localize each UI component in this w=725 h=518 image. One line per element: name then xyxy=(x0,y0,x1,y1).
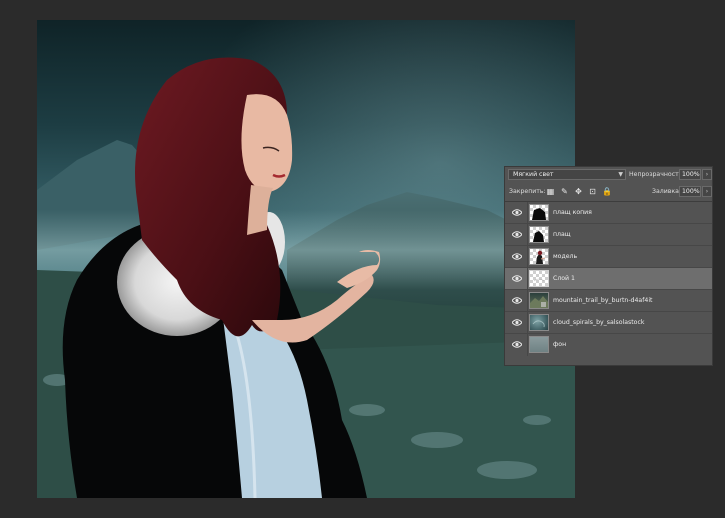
eye-icon[interactable] xyxy=(512,296,522,305)
eye-icon[interactable] xyxy=(512,252,522,261)
layer-row-selected[interactable]: Слой 1 xyxy=(505,268,712,290)
cloud-thumb-icon xyxy=(532,320,545,328)
layers-panel: Мягкий свет ▼ Непрозрачность: 100% › Зак… xyxy=(504,166,713,366)
opacity-dropdown-button[interactable]: › xyxy=(702,169,712,180)
layer-thumbnail xyxy=(529,336,549,353)
opacity-label: Непрозрачность: xyxy=(629,171,685,178)
chevron-down-icon: › xyxy=(705,188,709,195)
lock-all-icon[interactable]: 🔒 xyxy=(602,187,612,196)
eye-icon[interactable] xyxy=(512,230,522,239)
layer-thumbnail xyxy=(529,226,549,243)
divider xyxy=(527,202,528,223)
blend-mode-dropdown[interactable]: Мягкий свет ▼ xyxy=(508,169,626,180)
divider xyxy=(527,290,528,311)
fill-dropdown-button[interactable]: › xyxy=(702,186,712,197)
layer-name: mountain_trail_by_burtn-d4af4it xyxy=(553,297,653,304)
cloak-thumb-icon xyxy=(533,231,544,242)
eye-icon[interactable] xyxy=(512,318,522,327)
layer-row[interactable]: плащ xyxy=(505,224,712,246)
layer-list: плащ копия плащ модель Слой 1 mountain_t… xyxy=(505,202,712,356)
fill-label: Заливка: xyxy=(652,188,681,195)
mountain-thumb-icon xyxy=(530,296,548,308)
lock-row: Закрепить: ▦ ✎ ✥ ⊡ 🔒 Заливка: 100% › xyxy=(505,184,712,200)
divider xyxy=(527,334,528,356)
cloak-thumb-icon xyxy=(532,208,546,220)
layer-thumbnail xyxy=(529,314,549,331)
layer-thumbnail xyxy=(529,204,549,221)
divider xyxy=(527,246,528,267)
layer-thumbnail xyxy=(529,292,549,309)
layer-row[interactable]: mountain_trail_by_burtn-d4af4it xyxy=(505,290,712,312)
chevron-down-icon: ▼ xyxy=(618,171,623,178)
lock-position-icon[interactable]: ✥ xyxy=(574,187,583,196)
eye-icon[interactable] xyxy=(512,208,522,217)
divider xyxy=(527,312,528,333)
chevron-down-icon: › xyxy=(705,171,709,178)
layer-name: модель xyxy=(553,253,578,260)
layer-name: cloud_spirals_by_salsolastock xyxy=(553,319,645,326)
layer-row[interactable]: модель xyxy=(505,246,712,268)
layer-name: Слой 1 xyxy=(553,275,575,282)
divider xyxy=(527,224,528,245)
layer-name: плащ xyxy=(553,231,571,238)
document-canvas[interactable] xyxy=(37,20,575,498)
layer-thumbnail xyxy=(529,270,549,287)
eye-icon[interactable] xyxy=(512,340,522,349)
layer-thumbnail xyxy=(529,248,549,265)
artwork-illustration xyxy=(37,57,575,498)
model-thumb-icon xyxy=(536,250,546,264)
fill-input[interactable]: 100% xyxy=(679,186,701,197)
layer-name: плащ копия xyxy=(553,209,592,216)
layer-row[interactable]: cloud_spirals_by_salsolastock xyxy=(505,312,712,334)
layer-row[interactable]: плащ копия xyxy=(505,202,712,224)
blend-mode-value: Мягкий свет xyxy=(513,171,554,178)
lock-image-pixels-icon[interactable]: ✎ xyxy=(560,187,569,196)
opacity-input[interactable]: 100% xyxy=(679,169,701,180)
divider xyxy=(527,268,528,289)
eye-icon[interactable] xyxy=(512,274,522,283)
layer-name: фон xyxy=(553,341,567,348)
lock-artboard-icon[interactable]: ⊡ xyxy=(588,187,597,196)
lock-label: Закрепить: xyxy=(509,188,546,195)
opacity-value: 100% xyxy=(682,171,700,178)
lock-transparent-pixels-icon[interactable]: ▦ xyxy=(546,187,555,196)
layer-row[interactable]: фон xyxy=(505,334,712,356)
fill-value: 100% xyxy=(682,188,700,195)
empty-layer-thumb-icon xyxy=(533,278,545,282)
blend-row: Мягкий свет ▼ Непрозрачность: 100% › xyxy=(505,167,712,183)
